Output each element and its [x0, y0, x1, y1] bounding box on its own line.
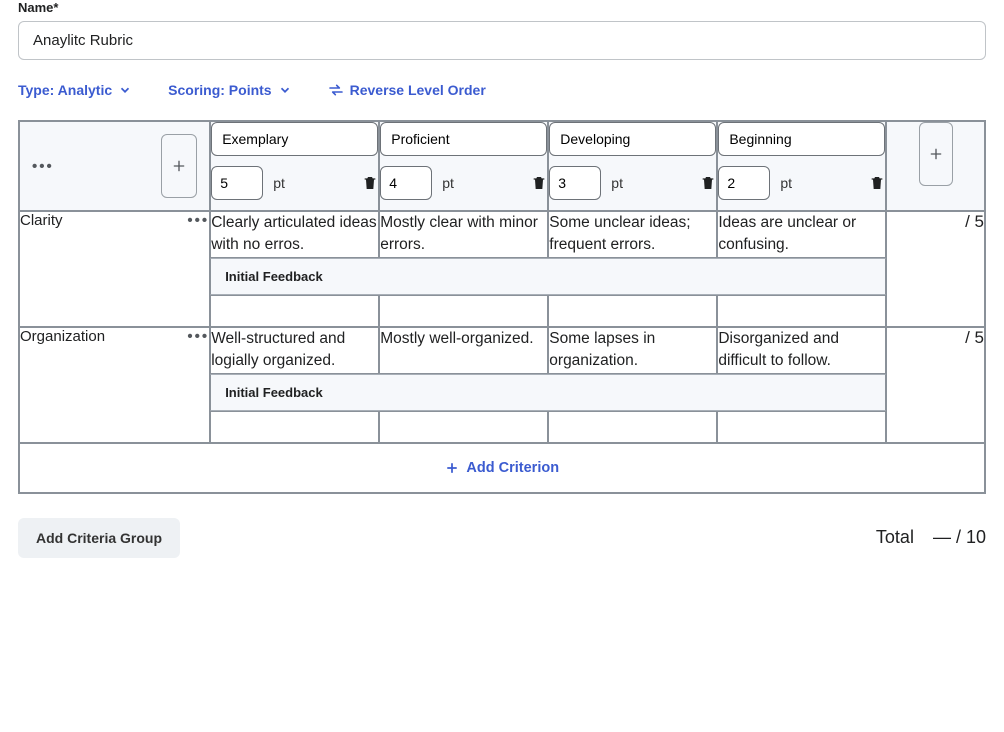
level-name-input[interactable]	[549, 122, 716, 156]
trash-icon	[700, 175, 716, 191]
level-description[interactable]: Clearly articulated ideas with no erros.	[210, 211, 379, 258]
feedback-cell[interactable]	[210, 411, 379, 443]
feedback-cell[interactable]	[210, 295, 379, 327]
scoring-label: Scoring: Points	[168, 82, 271, 98]
type-dropdown[interactable]: Type: Analytic	[18, 82, 132, 98]
level-name-input[interactable]	[211, 122, 378, 156]
points-unit: pt	[442, 175, 454, 191]
rubric-name-input[interactable]	[18, 21, 986, 60]
add-criterion-button[interactable]: Add Criterion	[19, 443, 985, 493]
total-label: Total	[876, 527, 914, 547]
trash-icon	[869, 175, 885, 191]
level-points-input[interactable]	[211, 166, 263, 200]
swap-icon	[328, 82, 344, 98]
reverse-level-order-button[interactable]: Reverse Level Order	[328, 82, 486, 98]
criterion-menu-button[interactable]: •••	[187, 328, 209, 345]
type-label: Type: Analytic	[18, 82, 112, 98]
chevron-down-icon	[118, 83, 132, 97]
reverse-label: Reverse Level Order	[350, 82, 486, 98]
trash-icon	[531, 175, 547, 191]
points-unit: pt	[780, 175, 792, 191]
feedback-header: Initial Feedback	[210, 374, 886, 411]
delete-level-button[interactable]	[869, 175, 885, 191]
trash-icon	[362, 175, 378, 191]
level-header: pt	[717, 121, 886, 211]
total-value: — / 10	[933, 527, 986, 547]
feedback-cell[interactable]	[379, 411, 548, 443]
level-description[interactable]: Ideas are unclear or confusing.	[717, 211, 886, 258]
level-description[interactable]: Some lapses in organization.	[548, 327, 717, 374]
feedback-cell[interactable]	[548, 295, 717, 327]
feedback-cell[interactable]	[717, 295, 886, 327]
level-name-input[interactable]	[380, 122, 547, 156]
level-description[interactable]: Some unclear ideas; frequent errors.	[548, 211, 717, 258]
level-description[interactable]: Mostly clear with minor errors.	[379, 211, 548, 258]
level-points-input[interactable]	[380, 166, 432, 200]
feedback-cell[interactable]	[717, 411, 886, 443]
criterion-score: / 5	[886, 211, 985, 327]
feedback-header: Initial Feedback	[210, 258, 886, 295]
feedback-cell[interactable]	[379, 295, 548, 327]
total-summary: Total — / 10	[876, 527, 986, 548]
rubric-table: ••• pt	[18, 120, 986, 494]
delete-level-button[interactable]	[700, 175, 716, 191]
points-unit: pt	[273, 175, 285, 191]
level-header: pt	[379, 121, 548, 211]
criterion-name[interactable]: Clarity	[20, 212, 63, 229]
criterion-score: / 5	[886, 327, 985, 443]
level-points-input[interactable]	[718, 166, 770, 200]
plus-icon	[171, 158, 187, 174]
delete-level-button[interactable]	[531, 175, 547, 191]
add-criteria-group-button[interactable]: Add Criteria Group	[18, 518, 180, 558]
add-criterion-label: Add Criterion	[466, 460, 559, 476]
add-level-left-button[interactable]	[161, 134, 197, 198]
level-points-input[interactable]	[549, 166, 601, 200]
level-name-input[interactable]	[718, 122, 885, 156]
add-level-right-button[interactable]	[919, 122, 953, 186]
plus-icon	[445, 461, 459, 475]
level-description[interactable]: Well-structured and logially organized.	[210, 327, 379, 374]
level-header: pt	[548, 121, 717, 211]
level-description[interactable]: Disorganized and difficult to follow.	[717, 327, 886, 374]
scoring-dropdown[interactable]: Scoring: Points	[168, 82, 291, 98]
level-description[interactable]: Mostly well-organized.	[379, 327, 548, 374]
feedback-cell[interactable]	[548, 411, 717, 443]
criterion-menu-button[interactable]: •••	[187, 212, 209, 229]
plus-icon	[928, 146, 944, 162]
group-menu-icon[interactable]: •••	[32, 158, 54, 175]
points-unit: pt	[611, 175, 623, 191]
chevron-down-icon	[278, 83, 292, 97]
criterion-name[interactable]: Organization	[20, 328, 105, 345]
level-header: pt	[210, 121, 379, 211]
name-field-label: Name*	[18, 0, 986, 15]
delete-level-button[interactable]	[362, 175, 378, 191]
